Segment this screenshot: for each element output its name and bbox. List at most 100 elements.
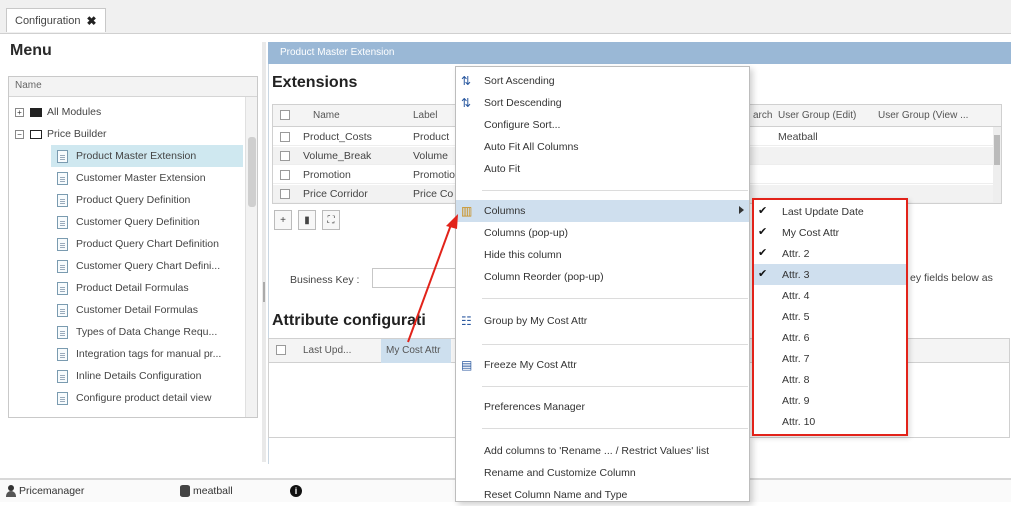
column-header-name[interactable]: Name [313,110,340,121]
context-menu-item[interactable]: Rename and Customize Column [456,462,749,484]
column-toggle-item[interactable]: Attr. 5 [754,306,906,327]
tree-item[interactable]: Configure product detail view [51,387,243,409]
column-toggle-item[interactable]: Attr. 8 [754,369,906,390]
delete-icon[interactable]: ▮ [298,210,316,230]
tree-item-label: Customer Query Chart Defini... [76,260,221,272]
context-menu-item[interactable]: ⇅ Sort Descending [456,92,749,114]
context-menu-item[interactable]: Column Reorder (pop-up) [456,266,749,288]
tree-item[interactable]: Integration tags for manual pr... [51,343,243,365]
menu-column-header[interactable]: Name [9,77,257,97]
tree-item-label: Product Query Chart Definition [76,238,219,250]
scroll-thumb[interactable] [248,137,256,207]
status-user[interactable]: Pricemanager [6,485,84,497]
context-menu-item-label: Columns [484,205,526,217]
sort-descending-icon: ⇅ [461,96,472,110]
context-menu-item[interactable]: Auto Fit [456,158,749,180]
tree-item[interactable]: Customer Detail Formulas [51,299,243,321]
context-menu-item[interactable]: Auto Fit All Columns [456,136,749,158]
tree-item[interactable]: + All Modules [15,101,243,123]
tree-item[interactable]: Customer Query Chart Defini... [51,255,243,277]
column-header-user-group-view[interactable]: User Group (View ... [878,110,968,121]
columns-submenu: ✔ Last Update Date ✔ My Cost Attr ✔ Attr. 2 ✔ A… [752,198,908,436]
tree-item[interactable]: Product Query Chart Definition [51,233,243,255]
column-header-user-group-edit[interactable]: User Group (Edit) [778,110,856,121]
context-menu-item[interactable]: Preferences Manager [456,396,749,418]
row-checkbox[interactable] [280,132,290,142]
sort-ascending-icon: ⇅ [461,74,472,88]
row-checkbox[interactable] [280,151,290,161]
column-toggle-item[interactable]: Attr. 7 [754,348,906,369]
tree-item-label: Product Query Definition [76,194,191,206]
column-header-last-update[interactable]: Last Upd... [303,345,351,356]
business-key-label: Business Key : [290,274,360,286]
tree-item[interactable]: Customer Query Definition [51,211,243,233]
grid-scrollbar[interactable] [993,127,1001,203]
document-icon [57,391,68,405]
group-icon: ☷ [461,314,472,328]
tree-item[interactable]: Inline Details Configuration [51,365,243,387]
tree-item-label: Integration tags for manual pr... [76,348,222,360]
context-menu-item[interactable]: Configure Sort... [456,114,749,136]
row-checkbox[interactable] [280,170,290,180]
column-toggle-item[interactable]: Attr. 9 [754,390,906,411]
add-row-button[interactable]: + [274,210,292,230]
close-icon[interactable]: ✖ [86,14,96,28]
splitter-grip[interactable] [263,282,265,302]
tree-item[interactable]: Types of Data Change Requ... [51,321,243,343]
tree-item[interactable]: − Price Builder [15,123,243,145]
menu-separator [482,386,748,387]
extensions-title: Extensions [272,74,358,91]
column-toggle-item[interactable]: ✔ Attr. 3 [754,264,906,285]
context-menu-item[interactable]: ▤ Freeze My Cost Attr [456,354,749,376]
status-partition-label: meatball [193,485,233,497]
column-toggle-item[interactable]: ✔ Last Update Date [754,201,906,222]
menu-scrollbar[interactable] [245,97,257,417]
context-menu-item[interactable]: Add columns to 'Rename ... / Restrict Va… [456,440,749,462]
document-icon [57,325,68,339]
panel-splitter[interactable] [262,42,266,462]
attribute-select-all-checkbox[interactable] [276,345,286,355]
tree-item-label: Product Master Extension [76,150,197,162]
tree-item[interactable]: Product Master Extension [51,145,243,167]
status-partition[interactable]: meatball [180,485,233,497]
row-checkbox[interactable] [280,189,290,199]
column-toggle-item[interactable]: Attr. 10 [754,411,906,432]
column-toggle-item[interactable]: ✔ Attr. 2 [754,243,906,264]
context-menu-item-label: Auto Fit [484,163,521,175]
tree-item-label: Types of Data Change Requ... [76,326,218,338]
cell-user-group-edit: Meatball [778,131,818,143]
column-toggle-item[interactable]: ✔ My Cost Attr [754,222,906,243]
context-menu-item[interactable]: Reset Column Name and Type [456,484,749,506]
checkmark-icon: ✔ [758,268,768,280]
column-toggle-label: Attr. 6 [782,331,810,344]
scroll-thumb[interactable] [994,135,1000,165]
business-key-note: ey fields below as [910,272,993,284]
tree-item[interactable]: Product Detail Formulas [51,277,243,299]
cell-label: Price Co [413,188,454,200]
tree-item[interactable]: Product Query Definition [51,189,243,211]
tab-configuration[interactable]: Configuration ✖ [6,8,106,32]
status-info[interactable]: i [290,485,302,497]
select-all-checkbox[interactable] [280,110,290,120]
context-menu-item[interactable]: Hide this column [456,244,749,266]
user-icon [6,485,16,497]
menu-separator [482,298,748,299]
business-key-input[interactable] [372,268,458,288]
context-menu-item[interactable]: ☷ Group by My Cost Attr [456,310,749,332]
collapse-icon[interactable]: − [15,129,24,139]
expand-icon[interactable]: + [15,107,24,117]
folder-icon [30,129,42,139]
menu-separator [482,428,748,429]
context-menu-item[interactable]: ⇅ Sort Ascending [456,70,749,92]
cell-name: Product_Costs [303,131,372,143]
context-menu-item[interactable]: ▥ Columns [456,200,749,222]
expand-icon[interactable]: ⛶ [322,210,340,230]
context-menu-item[interactable]: Columns (pop-up) [456,222,749,244]
column-toggle-item[interactable]: Attr. 4 [754,285,906,306]
tree-item-label: Configure product detail view [76,392,212,404]
column-header-search[interactable]: arch [753,110,772,121]
checkmark-icon: ✔ [758,226,768,238]
column-header-label[interactable]: Label [413,110,437,121]
tree-item[interactable]: Customer Master Extension [51,167,243,189]
column-toggle-item[interactable]: Attr. 6 [754,327,906,348]
